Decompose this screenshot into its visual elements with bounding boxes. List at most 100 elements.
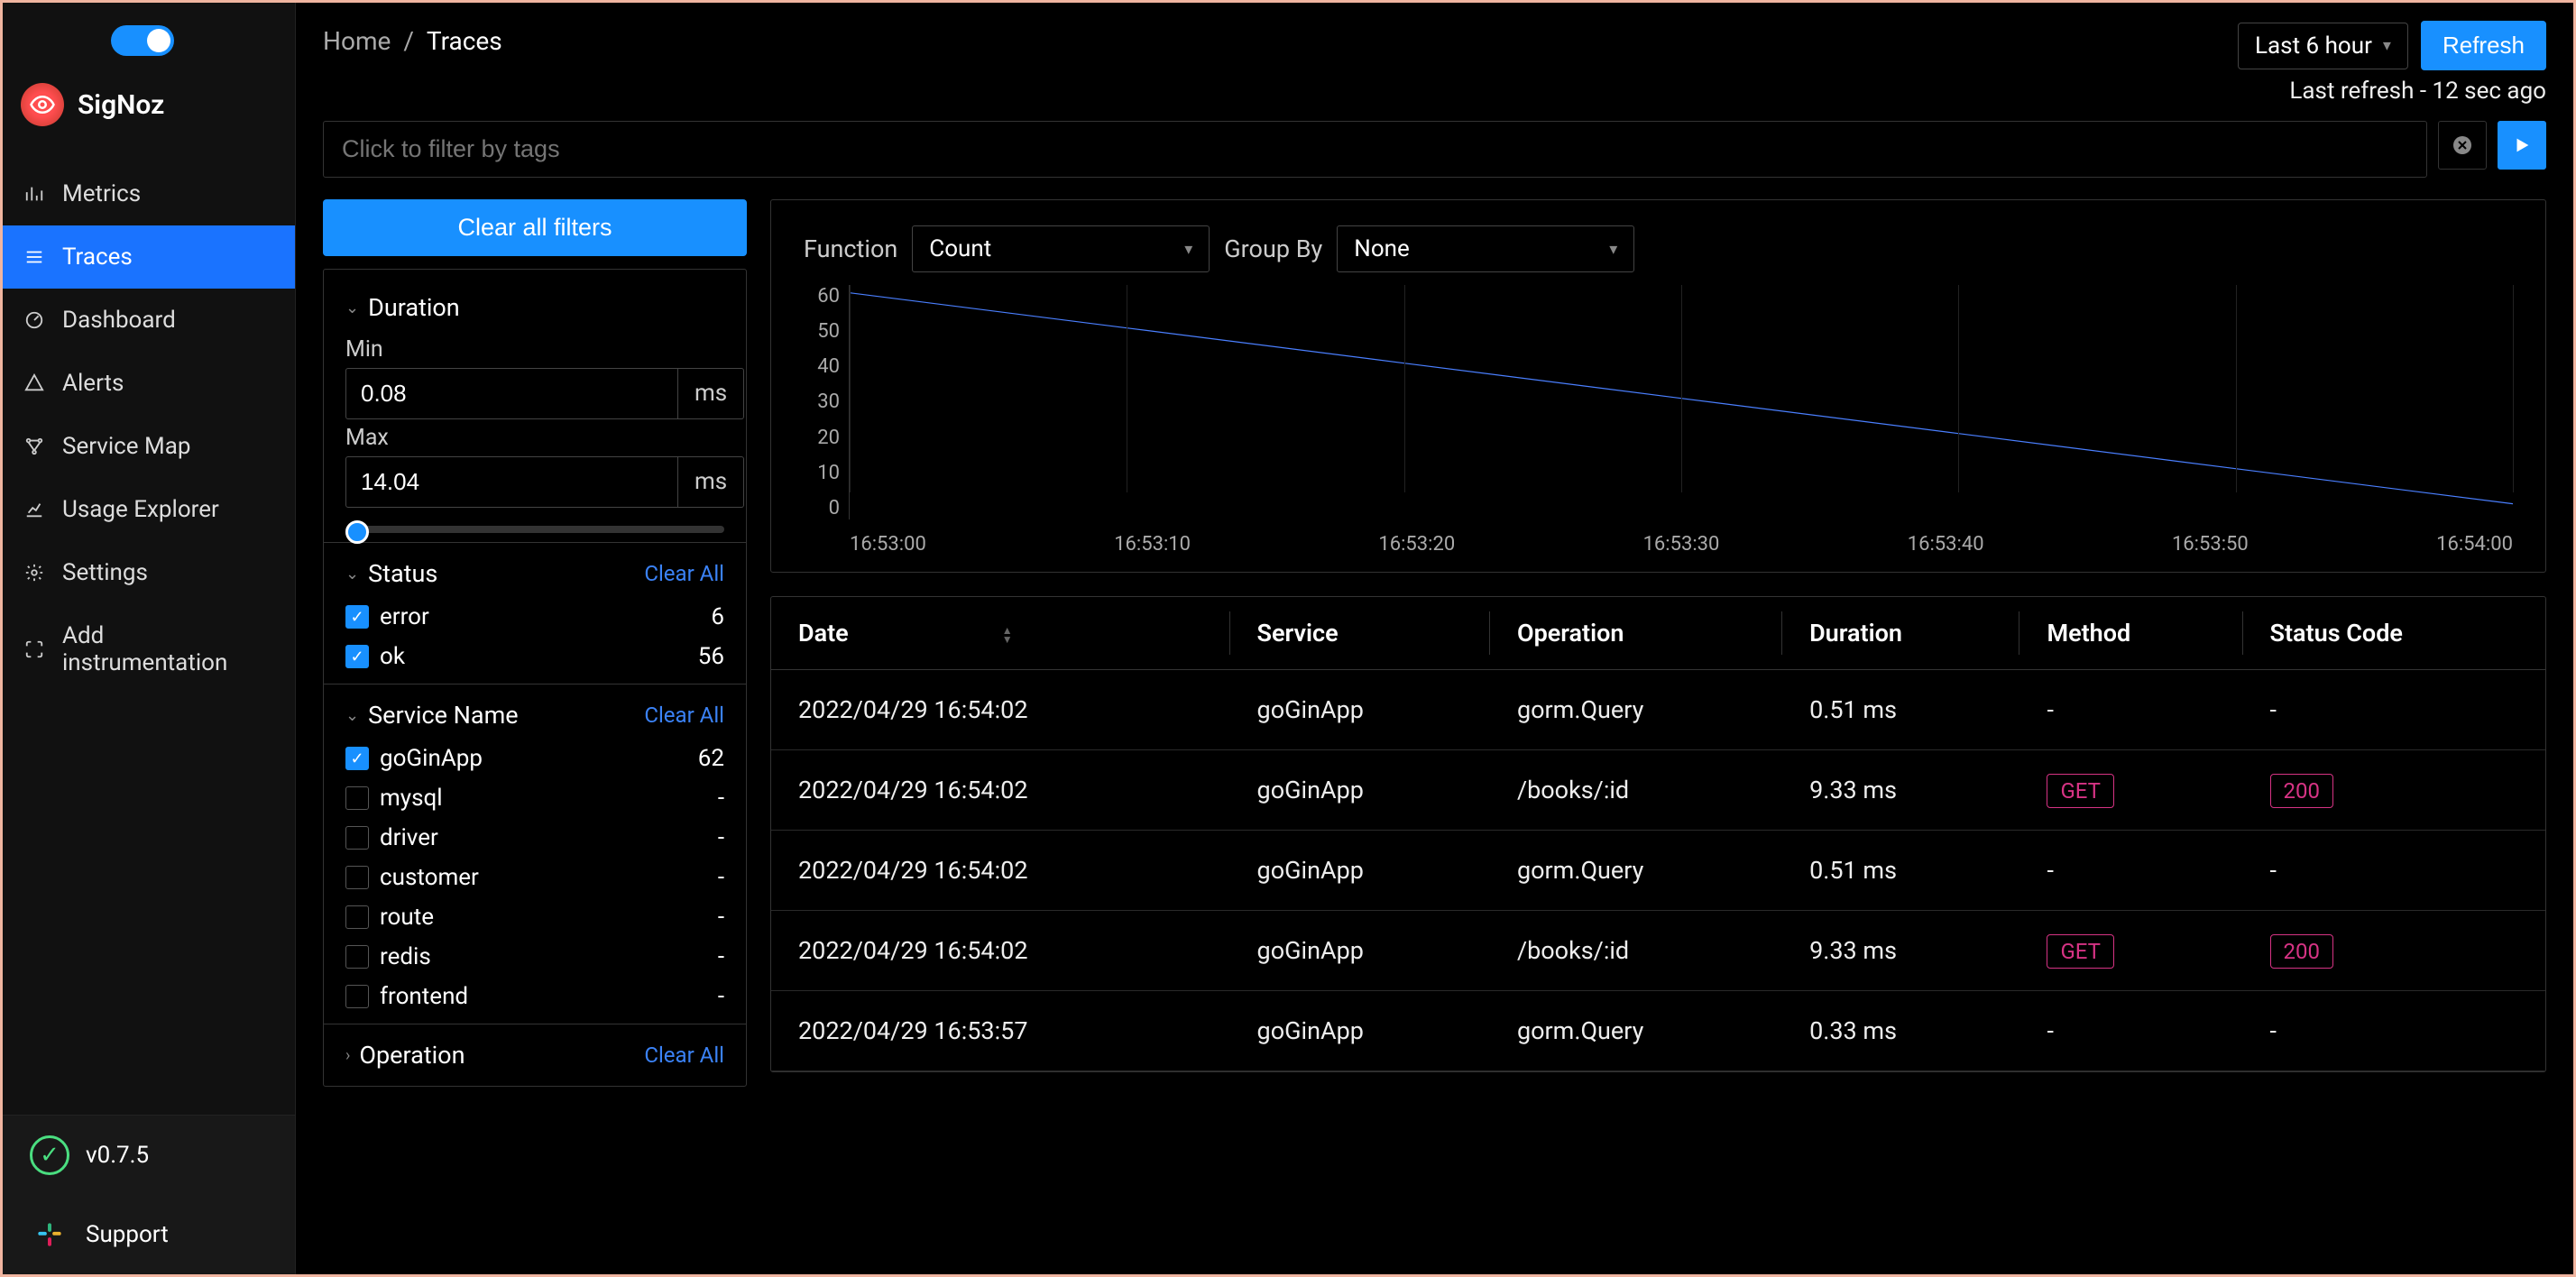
groupby-select[interactable]: None ▾ [1337,225,1634,272]
refresh-button[interactable]: Refresh [2421,21,2546,70]
duration-slider[interactable] [345,526,724,533]
status-badge: 200 [2270,934,2333,969]
cell-status: - [2243,991,2546,1071]
checkbox[interactable] [345,945,369,969]
cell-date: 2022/04/29 16:53:57 [771,991,1230,1071]
cell-status: 200 [2243,911,2546,991]
filter-checkbox-row[interactable]: redis- [345,937,724,977]
checkbox[interactable] [345,985,369,1008]
clear-operation-link[interactable]: Clear All [644,1043,724,1068]
filter-checkbox-row[interactable]: error6 [345,597,724,637]
chevron-down-icon: ▾ [1184,240,1192,259]
filter-checkbox-row[interactable]: customer- [345,858,724,897]
filter-checkbox-row[interactable]: driver- [345,818,724,858]
nav-add-instrumentation[interactable]: Add instrumentation [3,604,295,694]
gear-icon [23,561,46,584]
sort-icon[interactable]: ▲▼ [1002,626,1013,644]
chevron-right-icon: › [345,1046,350,1065]
operation-section-toggle[interactable]: › Operation [345,1041,465,1070]
nav-traces[interactable]: Traces [3,225,295,289]
nav-settings[interactable]: Settings [3,541,295,604]
filter-count: 56 [698,643,724,670]
breadcrumb-home[interactable]: Home [323,26,391,56]
table-header[interactable]: Status Code [2243,597,2546,670]
table-header[interactable]: Duration [1782,597,2019,670]
checkbox[interactable] [345,866,369,889]
nav: Metrics Traces Dashboard Alerts Service … [3,153,295,1115]
filter-checkbox-row[interactable]: ok 56 [345,637,724,676]
table-header[interactable]: Method [2019,597,2242,670]
filter-count: 6 [711,603,724,630]
traces-table-card: Date▲▼ServiceOperationDurationMethodStat… [770,596,2546,1072]
table-header[interactable]: Operation [1490,597,1782,670]
clear-filter-button[interactable] [2438,121,2487,170]
checkbox[interactable] [345,645,369,668]
nav-usage-explorer[interactable]: Usage Explorer [3,478,295,541]
cell-service: goGinApp [1230,911,1490,991]
line-chart-icon [23,498,46,521]
nav-label: Metrics [62,180,141,207]
cell-operation: gorm.Query [1490,991,1782,1071]
checkbox[interactable] [345,747,369,770]
function-select[interactable]: Count ▾ [912,225,1210,272]
clear-service-link[interactable]: Clear All [644,703,724,728]
table-header[interactable]: Service [1230,597,1490,670]
filter-label: customer [380,864,479,891]
status-section-toggle[interactable]: ⌄ Status [345,559,437,588]
clear-all-filters-button[interactable]: Clear all filters [323,199,747,256]
chevron-down-icon: ⌄ [345,706,359,725]
unit-label: ms [678,456,744,508]
groupby-label: Group By [1224,234,1322,263]
duration-max-input[interactable] [345,456,678,508]
support-row[interactable]: Support [3,1195,295,1274]
method-badge: GET [2047,934,2114,969]
service-section-toggle[interactable]: ⌄ Service Name [345,701,519,730]
close-circle-icon [2452,134,2473,156]
slack-icon [30,1215,69,1254]
tag-filter-input[interactable] [323,121,2427,178]
traces-table: Date▲▼ServiceOperationDurationMethodStat… [771,597,2545,1071]
time-range-value: Last 6 hour [2255,32,2372,60]
checkbox[interactable] [345,905,369,929]
checkbox[interactable] [345,605,369,629]
run-filter-button[interactable] [2498,121,2546,170]
nav-service-map[interactable]: Service Map [3,415,295,478]
version-row[interactable]: ✓ v0.7.5 [3,1116,295,1195]
filter-checkbox-row[interactable]: route- [345,897,724,937]
section-title-text: Status [368,559,437,588]
duration-min-input[interactable] [345,368,678,419]
table-row[interactable]: 2022/04/29 16:54:02goGinAppgorm.Query0.5… [771,831,2545,911]
nav-alerts[interactable]: Alerts [3,352,295,415]
cell-service: goGinApp [1230,750,1490,831]
cell-date: 2022/04/29 16:54:02 [771,670,1230,750]
filter-checkbox-row[interactable]: mysql- [345,778,724,818]
cell-method: - [2019,831,2242,911]
cell-duration: 0.51 ms [1782,831,2019,911]
table-row[interactable]: 2022/04/29 16:54:02goGinApp/books/:id9.3… [771,750,2545,831]
duration-section-toggle[interactable]: ⌄ Duration [345,293,460,322]
cell-operation: gorm.Query [1490,670,1782,750]
dashboard-icon [23,308,46,332]
filter-label: ok [380,643,405,670]
clear-status-link[interactable]: Clear All [644,561,724,586]
filter-checkbox-row[interactable]: goGinApp62 [345,739,724,778]
min-label: Min [345,336,724,363]
play-icon [2512,135,2532,155]
cell-operation: gorm.Query [1490,831,1782,911]
nav-label: Add instrumentation [62,622,275,676]
support-text: Support [86,1221,169,1248]
table-row[interactable]: 2022/04/29 16:53:57goGinAppgorm.Query0.3… [771,991,2545,1071]
cell-duration: 0.33 ms [1782,991,2019,1071]
table-row[interactable]: 2022/04/29 16:54:02goGinApp/books/:id9.3… [771,911,2545,991]
checkbox[interactable] [345,786,369,810]
nav-label: Traces [62,243,133,271]
checkbox[interactable] [345,826,369,850]
theme-toggle[interactable] [111,25,174,56]
table-row[interactable]: 2022/04/29 16:54:02goGinAppgorm.Query0.5… [771,670,2545,750]
time-range-select[interactable]: Last 6 hour ▾ [2238,23,2408,69]
table-header[interactable]: Date▲▼ [771,597,1230,670]
nav-dashboard[interactable]: Dashboard [3,289,295,352]
filter-checkbox-row[interactable]: frontend- [345,977,724,1016]
cell-duration: 9.33 ms [1782,911,2019,991]
nav-metrics[interactable]: Metrics [3,162,295,225]
